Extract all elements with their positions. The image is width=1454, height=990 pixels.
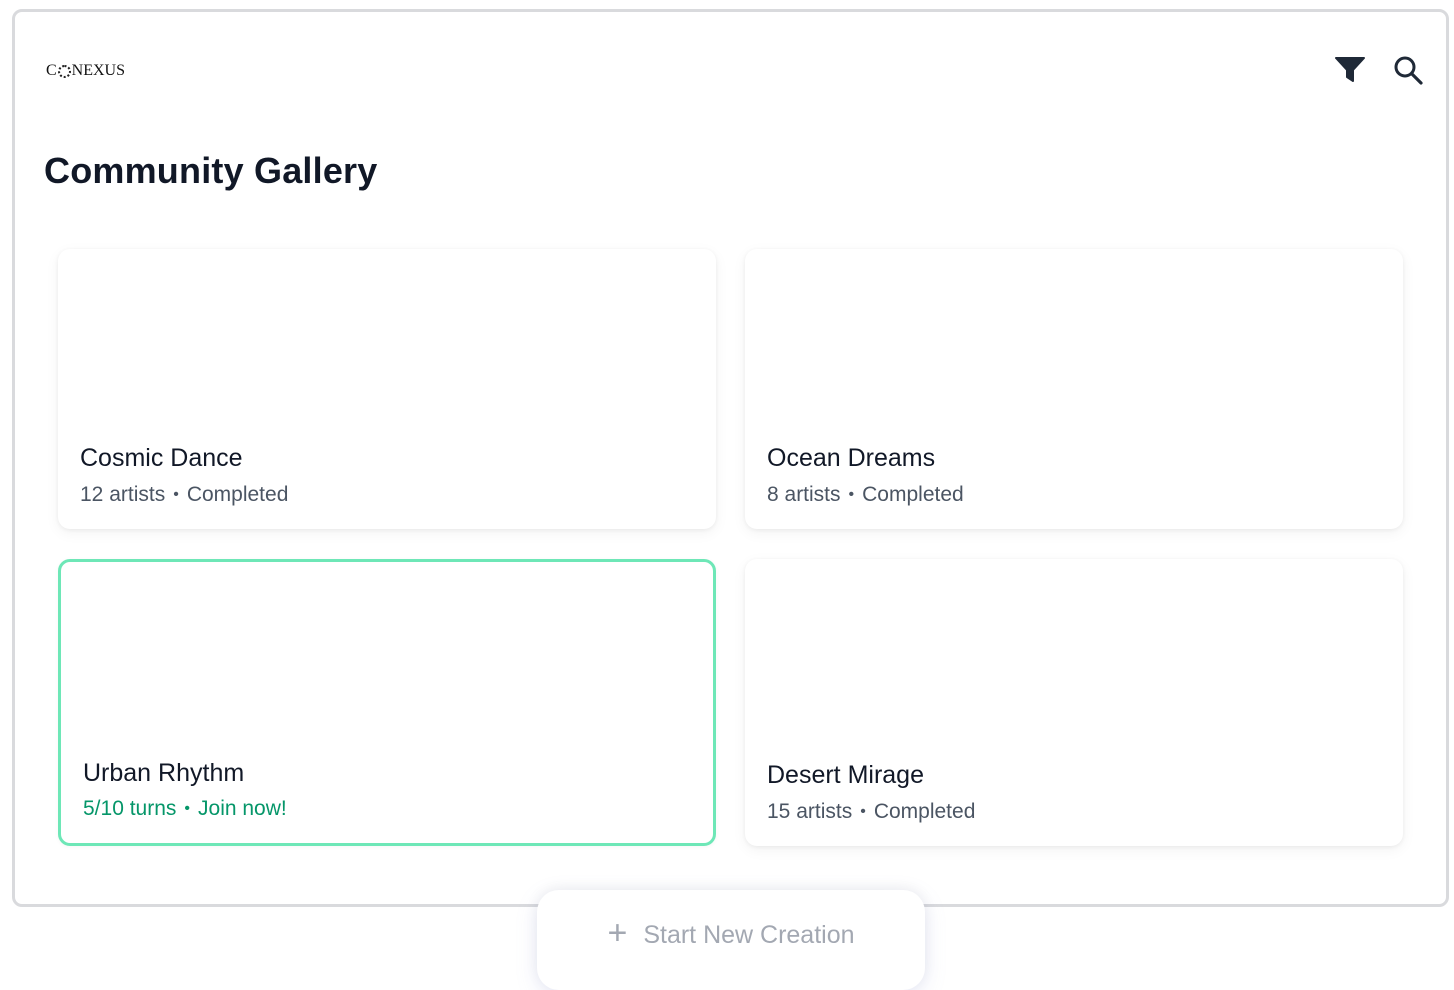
card-count: 15 artists	[767, 800, 853, 823]
filter-icon	[1335, 57, 1365, 82]
card-title: Ocean Dreams	[767, 444, 936, 472]
logo-suffix: NEXUS	[71, 62, 126, 79]
join-now-link[interactable]: Join now!	[198, 797, 287, 821]
card-count: 12 artists	[80, 483, 166, 506]
card-title: Cosmic Dance	[80, 444, 243, 472]
separator-dot: •	[184, 800, 191, 817]
card-status: Completed	[186, 483, 289, 506]
gallery-card-cosmic-dance[interactable]: Cosmic Dance 12 artists • Completed	[58, 249, 716, 529]
header-actions	[1334, 54, 1424, 86]
search-icon	[1394, 56, 1423, 85]
gallery-card-desert-mirage[interactable]: Desert Mirage 15 artists • Completed	[745, 559, 1403, 846]
search-button[interactable]	[1392, 54, 1424, 86]
card-meta: 5/10 turns • Join now!	[83, 797, 287, 821]
card-meta: 12 artists • Completed	[80, 483, 288, 507]
card-turns: 5/10 turns	[83, 797, 177, 820]
card-meta: 8 artists • Completed	[767, 483, 964, 507]
separator-dot: •	[860, 803, 866, 820]
card-status: Completed	[873, 800, 976, 823]
filter-button[interactable]	[1334, 54, 1366, 86]
separator-dot: •	[173, 486, 179, 503]
card-title: Desert Mirage	[767, 761, 924, 789]
page-title: Community Gallery	[44, 150, 378, 191]
card-meta: 15 artists • Completed	[767, 800, 975, 824]
separator-dot: •	[848, 486, 855, 503]
logo-prefix: C	[46, 62, 57, 79]
gallery-card-ocean-dreams[interactable]: Ocean Dreams 8 artists • Completed	[745, 249, 1403, 529]
gallery-card-urban-rhythm[interactable]: Urban Rhythm 5/10 turns • Join now!	[58, 559, 716, 846]
start-new-creation-button[interactable]: + Start New Creation	[537, 890, 925, 990]
start-new-creation-label: Start New Creation	[643, 921, 855, 949]
plus-icon: +	[607, 914, 628, 952]
card-status: Completed	[862, 483, 964, 506]
logo-ring-icon	[57, 64, 71, 78]
card-count: 8 artists	[767, 483, 841, 506]
card-title: Urban Rhythm	[83, 759, 245, 787]
conexus-logo[interactable]: C NEXUS	[46, 62, 125, 80]
